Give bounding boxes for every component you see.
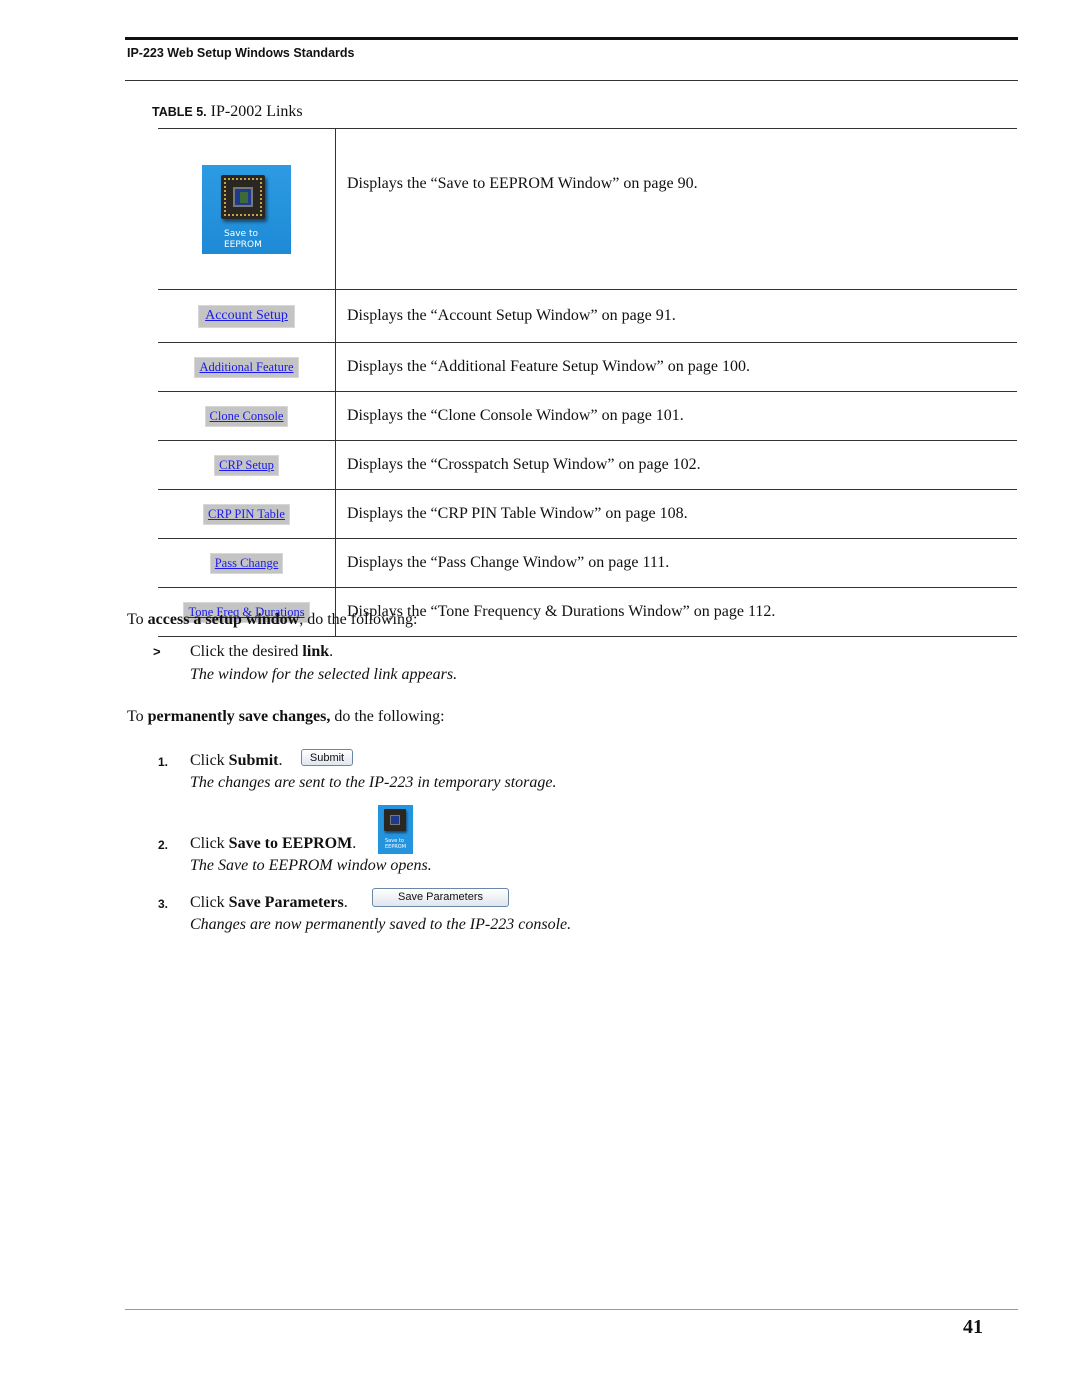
access-step: Click the desired link. — [190, 643, 334, 660]
chip-icon — [221, 174, 265, 219]
table-caption-label: TABLE 5. — [152, 105, 207, 119]
crp-pin-table-link[interactable]: CRP PIN Table — [203, 503, 290, 525]
save-to-eeprom-button[interactable]: Save to EEPROM — [202, 164, 291, 254]
row-description: Displays the “Tone Frequency & Durations… — [335, 587, 1017, 637]
step-number: 3. — [158, 897, 169, 911]
links-table: Save to EEPROM Displays the “Save to EEPR… — [158, 128, 1017, 637]
table-row: Clone Console Displays the “Clone Consol… — [158, 391, 1017, 441]
row-description: Displays the “Crosspatch Setup Window” o… — [335, 440, 1017, 490]
running-head: IP-223 Web Setup Windows Standards — [127, 46, 355, 60]
access-intro: To access a setup window, do the followi… — [127, 611, 418, 628]
table-row: Account Setup Displays the “Account Setu… — [158, 289, 1017, 343]
save-step-1-result: The changes are sent to the IP-223 in te… — [190, 774, 557, 791]
table-caption: TABLE 5. IP-2002 Links — [152, 103, 303, 121]
save-parameters-button[interactable]: Save Parameters — [372, 888, 509, 907]
crp-setup-link[interactable]: CRP Setup — [214, 454, 279, 476]
row-description: Displays the “Pass Change Window” on pag… — [335, 538, 1017, 588]
save-step-2: Click Save to EEPROM. — [190, 835, 357, 852]
table-row: Save to EEPROM Displays the “Save to EEPR… — [158, 128, 1017, 290]
row-description: Displays the “Account Setup Window” on p… — [335, 289, 1017, 343]
clone-console-link[interactable]: Clone Console — [204, 405, 289, 427]
account-setup-link[interactable]: Account Setup — [198, 304, 295, 328]
save-intro: To permanently save changes, do the foll… — [127, 708, 445, 725]
page-number: 41 — [963, 1316, 983, 1338]
save-to-eeprom-label: Save to EEPROM — [385, 838, 407, 850]
pass-change-link[interactable]: Pass Change — [209, 552, 284, 574]
row-description: Displays the “CRP PIN Table Window” on p… — [335, 489, 1017, 539]
chip-icon — [384, 809, 406, 831]
row-description: Displays the “Save to EEPROM Window” on … — [335, 128, 1017, 290]
icon-cell: Save to EEPROM — [158, 128, 336, 290]
save-step-3-result: Changes are now permanently saved to the… — [190, 916, 572, 933]
row-description: Displays the “Additional Feature Setup W… — [335, 342, 1017, 392]
access-result: The window for the selected link appears… — [190, 666, 458, 683]
bullet-arrow-icon: > — [153, 644, 161, 659]
top-rule — [125, 37, 1018, 40]
table-row: Additional Feature Displays the “Additio… — [158, 342, 1017, 392]
save-step-3: Click Save Parameters. — [190, 894, 348, 911]
save-step-1: Click Submit. — [190, 752, 283, 769]
submit-button[interactable]: Submit — [301, 749, 353, 766]
save-to-eeprom-label: Save to EEPROM — [224, 228, 262, 250]
table-row: CRP Setup Displays the “Crosspatch Setup… — [158, 440, 1017, 490]
row-description: Displays the “Clone Console Window” on p… — [335, 391, 1017, 441]
step-number: 2. — [158, 838, 169, 852]
additional-feature-link[interactable]: Additional Feature — [194, 356, 299, 378]
step-number: 1. — [158, 755, 169, 769]
header-divider — [125, 80, 1018, 81]
save-to-eeprom-small-button[interactable]: Save to EEPROM — [378, 805, 413, 854]
save-step-2-result: The Save to EEPROM window opens. — [190, 857, 432, 874]
table-row: Pass Change Displays the “Pass Change Wi… — [158, 538, 1017, 588]
table-caption-title: IP-2002 Links — [210, 103, 303, 120]
table-row: CRP PIN Table Displays the “CRP PIN Tabl… — [158, 489, 1017, 539]
footer-divider — [125, 1309, 1018, 1310]
